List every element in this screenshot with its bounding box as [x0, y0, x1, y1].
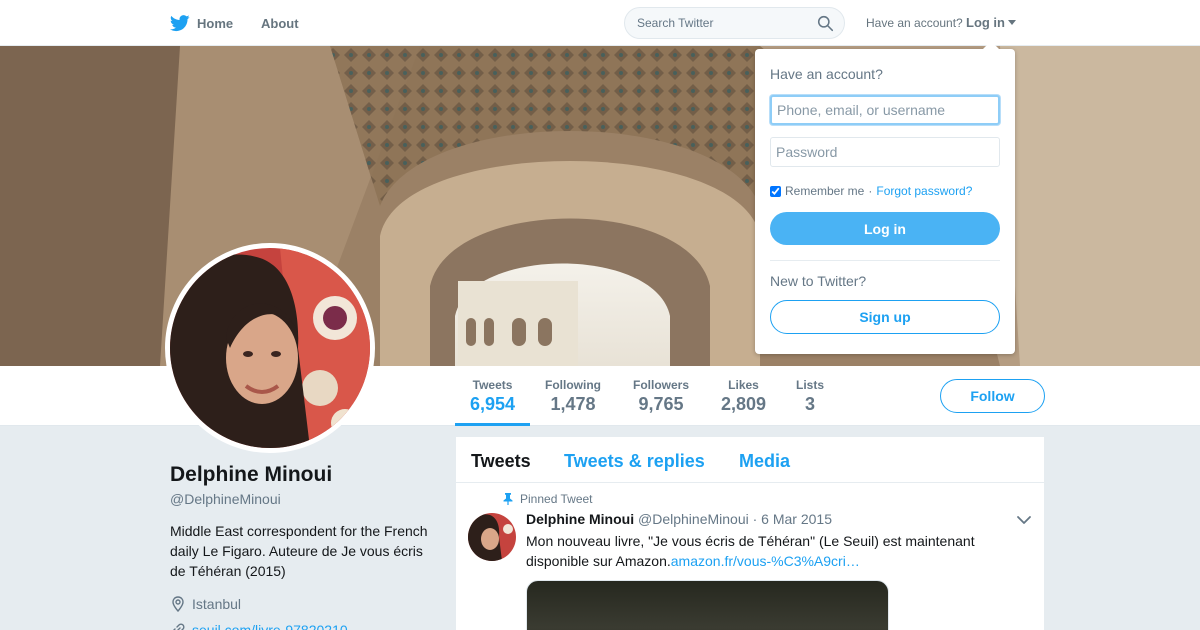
stat-followers-label: Followers	[633, 378, 690, 392]
timeline: Tweets Tweets & replies Media Pinned Twe…	[456, 437, 1044, 630]
tweet-text: Mon nouveau livre, "Je vous écris de Téh…	[526, 531, 1006, 571]
profile-bio: Middle East correspondent for the French…	[170, 523, 428, 579]
profile-avatar[interactable]	[165, 243, 375, 453]
tweet-author-name[interactable]: Delphine Minoui	[526, 511, 634, 527]
search-box	[624, 7, 845, 39]
tweet-author-handle[interactable]: @DelphineMinoui	[638, 511, 749, 527]
stat-likes-label: Likes	[728, 378, 759, 392]
new-to-twitter-text: New to Twitter?	[770, 273, 867, 289]
stat-following-value: 1,478	[550, 394, 596, 414]
tab-tweets-replies[interactable]: Tweets & replies	[564, 451, 705, 472]
stat-lists[interactable]: Lists 3	[796, 378, 824, 415]
forgot-password-link[interactable]: Forgot password?	[876, 184, 972, 198]
stat-followers-value: 9,765	[638, 394, 684, 414]
profile-location: Istanbul	[170, 596, 241, 612]
stat-lists-value: 3	[805, 394, 816, 414]
profile-url[interactable]: seuil.com/livre-97820210...	[170, 622, 359, 630]
top-navigation: Home About Have an account? Log in	[0, 0, 1200, 46]
login-dropdown-toggle[interactable]: Log in	[966, 15, 1016, 30]
tweet-avatar[interactable]	[468, 513, 516, 561]
search-icon[interactable]	[817, 15, 834, 32]
pinned-tweet-context: Pinned Tweet	[503, 492, 593, 506]
login-button[interactable]: Log in	[770, 212, 1000, 245]
stat-tweets-value: 6,954	[470, 394, 516, 414]
profile-url-text[interactable]: seuil.com/livre-97820210...	[192, 622, 359, 630]
twitter-bird-icon	[170, 15, 190, 32]
chevron-down-icon[interactable]	[1016, 515, 1032, 525]
profile-location-text: Istanbul	[192, 596, 242, 612]
signup-button[interactable]: Sign up	[770, 300, 1000, 334]
caret-down-icon	[1008, 20, 1016, 25]
pin-icon	[503, 493, 513, 505]
dropdown-divider	[770, 260, 1000, 261]
stat-likes-value: 2,809	[721, 394, 767, 414]
timeline-tabs: Tweets Tweets & replies Media	[456, 437, 1044, 483]
tweet-media-image[interactable]	[526, 580, 889, 630]
follow-button[interactable]: Follow	[940, 379, 1045, 413]
pinned-tweet-label: Pinned Tweet	[520, 492, 593, 506]
nav-about-link[interactable]: About	[261, 16, 299, 31]
stat-following-label: Following	[545, 378, 601, 392]
tweet-link[interactable]: amazon.fr/vous-%C3%A9cri…	[671, 553, 860, 569]
dropdown-arrow	[983, 41, 999, 49]
nav-home-label: Home	[197, 15, 234, 31]
active-stat-underline	[455, 423, 530, 426]
tweet-date[interactable]: 6 Mar 2015	[761, 511, 832, 527]
stat-lists-label: Lists	[796, 378, 825, 392]
username-field[interactable]	[770, 95, 1000, 125]
remember-me-checkbox[interactable]	[770, 185, 781, 197]
password-field[interactable]	[770, 137, 1000, 167]
stat-tweets[interactable]: Tweets 6,954	[470, 378, 515, 415]
tab-tweets[interactable]: Tweets	[471, 451, 531, 472]
search-input[interactable]	[625, 8, 805, 38]
tab-media[interactable]: Media	[739, 451, 790, 472]
login-link-label: Log in	[966, 15, 1005, 30]
remember-separator: ·	[868, 184, 873, 198]
profile-name[interactable]: Delphine Minoui	[170, 463, 332, 487]
tweet-header: Delphine Minoui @DelphineMinoui · 6 Mar …	[526, 511, 832, 527]
profile-handle[interactable]: @DelphineMinoui	[170, 491, 281, 507]
stat-tweets-label: Tweets	[472, 378, 513, 392]
have-account-text: Have an account?	[866, 16, 963, 30]
stat-likes[interactable]: Likes 2,809	[721, 378, 766, 415]
stat-followers[interactable]: Followers 9,765	[633, 378, 689, 415]
link-icon	[173, 623, 185, 630]
remember-row: Remember me · Forgot password?	[770, 184, 972, 198]
stat-following[interactable]: Following 1,478	[545, 378, 601, 415]
nav-home-link[interactable]: Home	[170, 13, 233, 33]
location-icon	[172, 596, 184, 612]
login-dropdown: Have an account? Remember me · Forgot pa…	[755, 41, 1015, 354]
remember-me-label[interactable]: Remember me	[785, 184, 864, 198]
login-dropdown-title: Have an account?	[770, 66, 883, 82]
tweet-date-separator: ·	[752, 511, 758, 527]
